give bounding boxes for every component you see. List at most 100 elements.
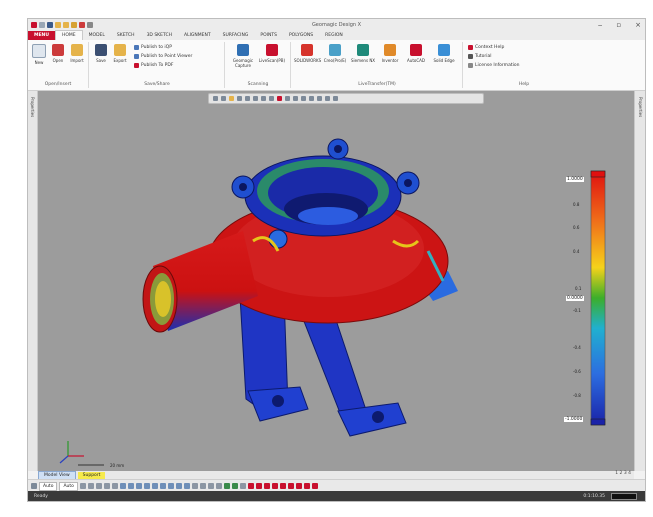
save-button[interactable]: Save (92, 44, 110, 63)
group-livetransfer: SOLIDWORKS Creo(Pro/E) Siemens NX Invent… (292, 42, 463, 88)
tab-region[interactable]: REGION (319, 31, 349, 40)
inventor-button[interactable]: Inventor (378, 44, 402, 63)
left-panel-strip[interactable]: Properties (28, 91, 38, 471)
tab-polygons[interactable]: POLYGONS (283, 31, 319, 40)
color-map-min-band[interactable] (590, 418, 606, 426)
tool-icon[interactable] (111, 483, 118, 489)
color-map-zero-value[interactable]: 0.0000 (566, 296, 584, 301)
nx-icon (357, 44, 369, 56)
tool-icon[interactable] (303, 483, 310, 489)
tab-alignment[interactable]: ALIGNMENT (178, 31, 217, 40)
group-scanning: Geomagic Capture LiveScan(PB) Scanning (226, 42, 291, 88)
ribbon-tabs: MENU HOME MODEL SKETCH 3D SKETCH ALIGNME… (28, 30, 645, 40)
color-map-min-value[interactable]: -1.0000 (564, 417, 584, 422)
status-bar: Ready 0:1:10.35 (28, 491, 645, 501)
publish-pdf-button[interactable]: Publish To PDF (134, 63, 173, 68)
publish-iqp-button[interactable]: Publish to iQP (134, 45, 172, 50)
tab-home[interactable]: HOME (54, 30, 83, 40)
solidworks-icon (301, 44, 313, 56)
close-icon[interactable]: × (635, 21, 641, 29)
title-bar: Geomagic Design X ‒ ▫ × (28, 19, 645, 31)
scale-bar-label: 20 mm (110, 463, 125, 468)
filter-dropdown[interactable]: Auto (39, 481, 58, 491)
tool-icon[interactable] (199, 483, 206, 489)
tool-icon[interactable] (215, 483, 222, 489)
selection-mode-icon[interactable] (31, 483, 37, 489)
tool-icon[interactable] (311, 483, 318, 489)
tool-icon[interactable] (207, 483, 214, 489)
page-indicator[interactable]: 1 2 3 4 (615, 471, 631, 476)
tool-icon[interactable] (191, 483, 198, 489)
tool-icon[interactable] (143, 483, 150, 489)
tool-icon[interactable] (95, 483, 102, 489)
tool-icon[interactable] (127, 483, 134, 489)
publish-icon (134, 54, 139, 59)
context-help-button[interactable]: Context Help (468, 45, 504, 50)
tool-icon[interactable] (223, 483, 230, 489)
solid-edge-button[interactable]: Solid Edge (432, 44, 456, 63)
3d-viewport[interactable]: 20 mm 1.0000 0.8 0.6 0.4 0.1 0.0000 -0.1… (38, 91, 634, 471)
tab-3d-sketch[interactable]: 3D SKETCH (141, 31, 178, 40)
tool-icon[interactable] (263, 483, 270, 489)
tool-icon[interactable] (287, 483, 294, 489)
tab-model[interactable]: MODEL (83, 31, 111, 40)
color-map-tick: -0.8 (573, 393, 581, 398)
tab-points[interactable]: POINTS (254, 31, 283, 40)
tool-icon[interactable] (279, 483, 286, 489)
axis-triad (59, 441, 104, 466)
mode-dropdown[interactable]: Auto (59, 481, 78, 491)
group-label: Scanning (247, 82, 269, 87)
group-open-insert: New Open Import Open/Insert (28, 42, 89, 88)
tool-icon[interactable] (271, 483, 278, 489)
tool-icon[interactable] (255, 483, 262, 489)
progress-indicator (611, 492, 637, 500)
siemens-nx-button[interactable]: Siemens NX (350, 44, 376, 63)
tool-icon[interactable] (239, 483, 246, 489)
license-info-button[interactable]: License Information (468, 63, 519, 68)
app-title: Geomagic Design X (311, 22, 362, 28)
livescan-button[interactable]: LiveScan(PB) (258, 44, 286, 63)
solid-edge-icon (438, 44, 450, 56)
geomagic-capture-button[interactable]: Geomagic Capture (230, 44, 256, 68)
group-label: Open/Insert (44, 82, 72, 87)
tool-icon[interactable] (119, 483, 126, 489)
tool-icon[interactable] (167, 483, 174, 489)
left-panel-label[interactable]: Properties (30, 97, 35, 117)
publish-icon (134, 45, 139, 50)
tab-menu[interactable]: MENU (28, 31, 55, 40)
right-panel-label[interactable]: Properties (638, 97, 643, 117)
publish-point-viewer-button[interactable]: Publish to Point Viewer (134, 54, 192, 59)
tool-icon[interactable] (231, 483, 238, 489)
autocad-button[interactable]: AutoCAD (404, 44, 428, 63)
export-icon (114, 44, 126, 56)
tool-icon[interactable] (103, 483, 110, 489)
tool-icon[interactable] (79, 483, 86, 489)
right-panel-strip[interactable]: Properties (634, 91, 645, 471)
tool-icon[interactable] (135, 483, 142, 489)
tutorial-icon (468, 54, 473, 59)
tool-icon[interactable] (87, 483, 94, 489)
help-icon (468, 45, 473, 50)
tool-icon[interactable] (151, 483, 158, 489)
color-map-tick: 0.8 (573, 202, 580, 207)
tool-icon[interactable] (159, 483, 166, 489)
export-button[interactable]: Export (111, 44, 129, 63)
color-map-max-value[interactable]: 1.0000 (566, 177, 584, 182)
tool-icon[interactable] (247, 483, 254, 489)
tab-sketch[interactable]: SKETCH (111, 31, 141, 40)
color-map-max-band[interactable] (590, 170, 606, 178)
open-button[interactable]: Open (49, 44, 67, 63)
tab-support[interactable]: Support (77, 471, 106, 479)
tutorial-button[interactable]: Tutorial (468, 54, 492, 59)
import-button[interactable]: Import (68, 44, 86, 63)
tab-surfacing[interactable]: SURFACING (217, 31, 255, 40)
new-button[interactable]: New (30, 44, 48, 65)
autocad-icon (410, 44, 422, 56)
maximize-icon[interactable]: ▫ (616, 21, 621, 29)
solidworks-button[interactable]: SOLIDWORKS (294, 44, 321, 63)
tool-icon[interactable] (175, 483, 182, 489)
minimize-icon[interactable]: ‒ (598, 21, 602, 29)
tool-icon[interactable] (295, 483, 302, 489)
creo-button[interactable]: Creo(Pro/E) (322, 44, 348, 63)
tool-icon[interactable] (183, 483, 190, 489)
